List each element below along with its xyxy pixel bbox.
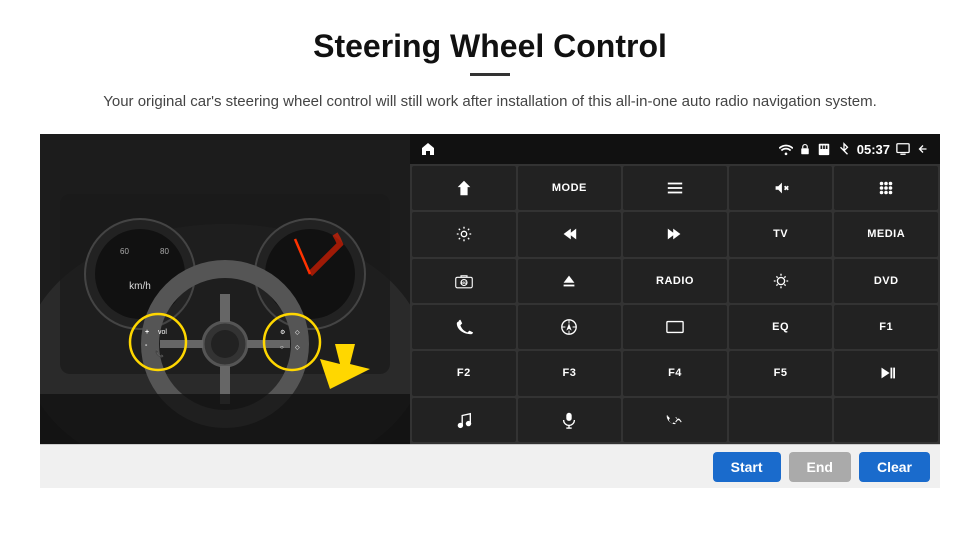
svg-text:+: + xyxy=(145,329,149,336)
page-title: Steering Wheel Control xyxy=(40,28,940,65)
home-icon xyxy=(420,141,436,157)
btn-radio[interactable]: RADIO xyxy=(623,259,727,303)
svg-text:◇: ◇ xyxy=(295,330,300,336)
btn-phone[interactable] xyxy=(412,305,516,349)
svg-text:📞: 📞 xyxy=(155,349,164,358)
btn-mute[interactable] xyxy=(729,166,833,210)
btn-mic[interactable] xyxy=(518,398,622,442)
button-grid: MODE xyxy=(410,164,940,444)
btn-empty1 xyxy=(729,398,833,442)
android-panel: 05:37 MODE xyxy=(410,134,940,444)
btn-tv[interactable]: TV xyxy=(729,212,833,256)
status-right: 05:37 xyxy=(779,142,930,157)
btn-playpause[interactable] xyxy=(834,351,938,395)
btn-nav[interactable] xyxy=(412,166,516,210)
btn-next[interactable] xyxy=(623,212,727,256)
svg-text:km/h: km/h xyxy=(129,281,151,292)
clear-button[interactable]: Clear xyxy=(859,452,930,482)
btn-music[interactable] xyxy=(412,398,516,442)
svg-text:80: 80 xyxy=(160,247,169,256)
btn-media[interactable]: MEDIA xyxy=(834,212,938,256)
svg-text:vol: vol xyxy=(158,329,167,336)
btn-f3[interactable]: F3 xyxy=(518,351,622,395)
svg-text:60: 60 xyxy=(120,247,129,256)
page-subtitle: Your original car's steering wheel contr… xyxy=(40,90,940,114)
btn-f5[interactable]: F5 xyxy=(729,351,833,395)
status-left xyxy=(420,141,436,157)
bluetooth-icon xyxy=(837,142,851,156)
btn-f2[interactable]: F2 xyxy=(412,351,516,395)
back-icon xyxy=(916,142,930,156)
btn-bright[interactable] xyxy=(729,259,833,303)
btn-navi[interactable] xyxy=(518,305,622,349)
btn-cam360[interactable]: 360 xyxy=(412,259,516,303)
btn-menu[interactable] xyxy=(623,166,727,210)
btn-f4[interactable]: F4 xyxy=(623,351,727,395)
title-divider xyxy=(470,73,510,76)
btn-dvd[interactable]: DVD xyxy=(834,259,938,303)
svg-text:360: 360 xyxy=(460,281,466,285)
car-image: km/h 60 80 xyxy=(40,134,410,444)
svg-text:◇: ◇ xyxy=(295,345,300,351)
screen-icon xyxy=(896,142,910,156)
lock-icon xyxy=(799,142,811,156)
content-row: km/h 60 80 xyxy=(40,134,940,444)
wifi-icon xyxy=(779,142,793,156)
btn-rect[interactable] xyxy=(623,305,727,349)
btn-mode[interactable]: MODE xyxy=(518,166,622,210)
start-button[interactable]: Start xyxy=(713,452,781,482)
btn-settings[interactable] xyxy=(412,212,516,256)
svg-text:⚙: ⚙ xyxy=(280,329,285,336)
btn-eq[interactable]: EQ xyxy=(729,305,833,349)
status-bar: 05:37 xyxy=(410,134,940,164)
time-display: 05:37 xyxy=(857,142,890,157)
btn-volphone[interactable] xyxy=(623,398,727,442)
btn-apps[interactable] xyxy=(834,166,938,210)
btn-prev[interactable] xyxy=(518,212,622,256)
btn-f1[interactable]: F1 xyxy=(834,305,938,349)
btn-empty2 xyxy=(834,398,938,442)
bottom-bar: Start End Clear xyxy=(40,444,940,488)
svg-text:○: ○ xyxy=(280,345,284,351)
sd-icon xyxy=(817,142,831,156)
btn-eject[interactable] xyxy=(518,259,622,303)
end-button[interactable]: End xyxy=(789,452,851,482)
